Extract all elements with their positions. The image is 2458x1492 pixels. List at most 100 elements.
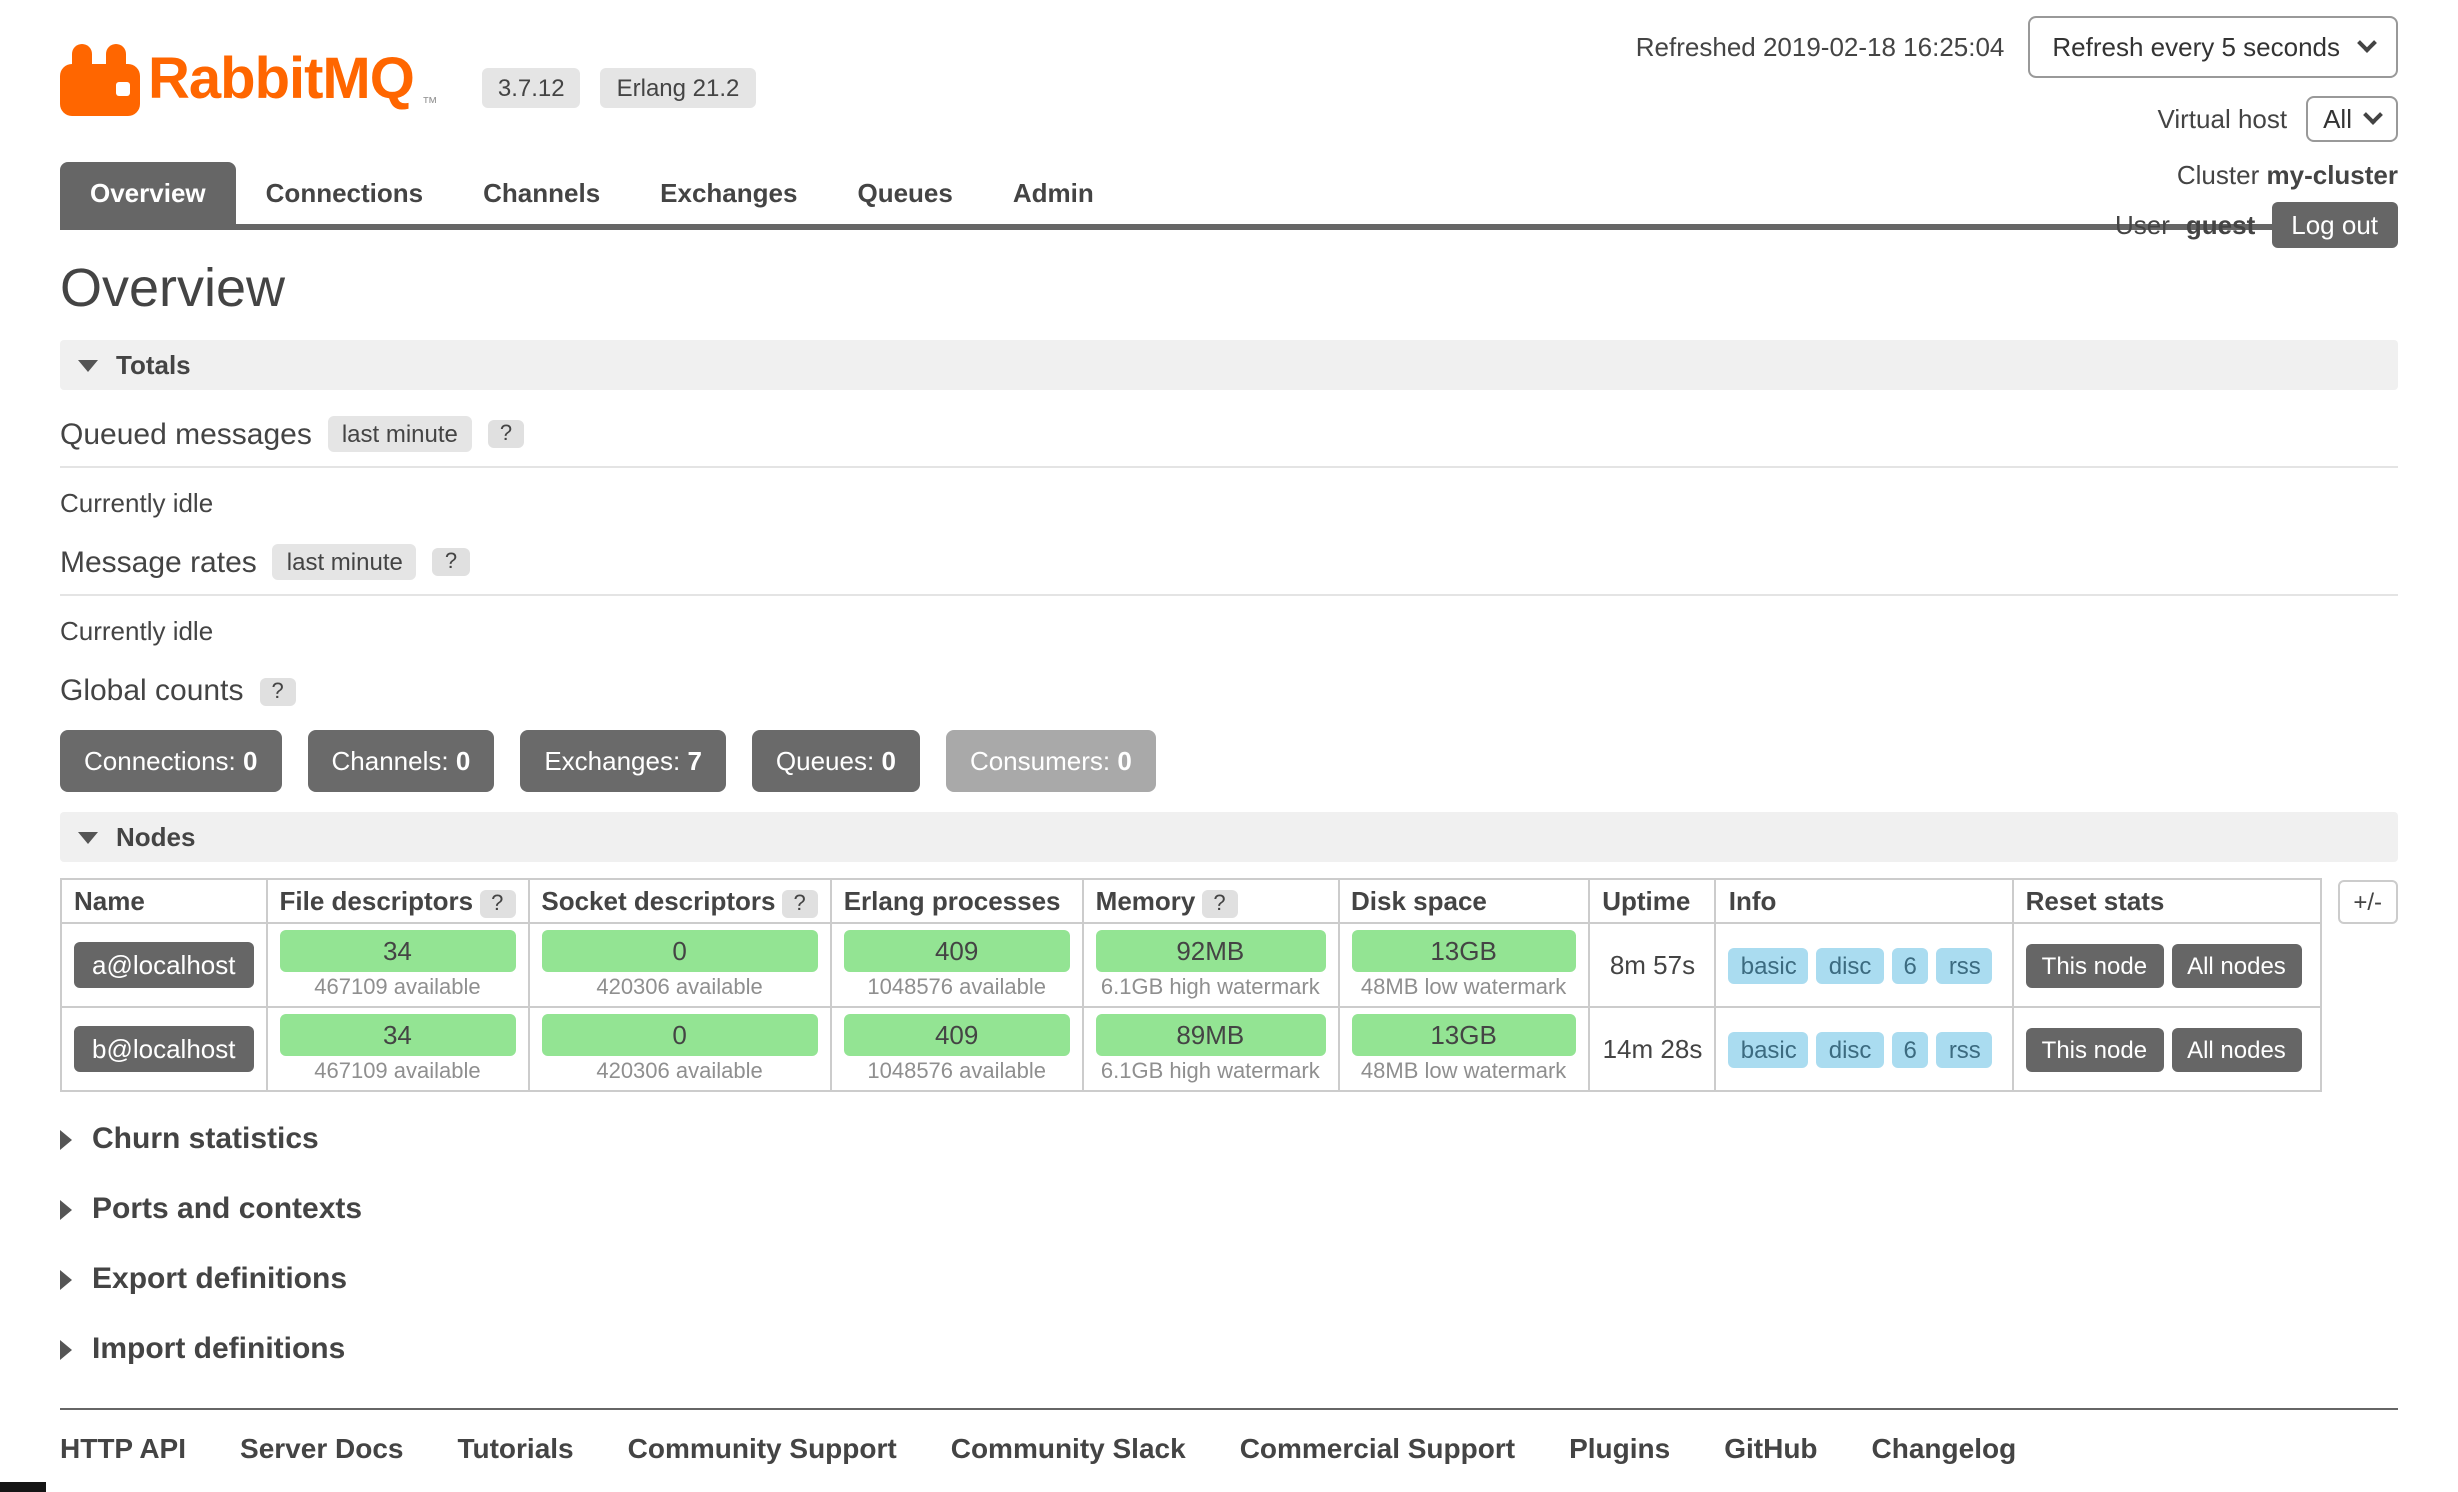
help-icon[interactable]: ?: [479, 890, 515, 918]
queued-messages-heading: Queued messages last minute ?: [60, 416, 2398, 468]
expand-arrow-icon: [60, 1339, 72, 1359]
refresh-row: Refreshed 2019-02-18 16:25:04 Refresh ev…: [1636, 16, 2398, 78]
tab-connections[interactable]: Connections: [236, 162, 453, 224]
user-row: User guest Log out: [1636, 202, 2398, 248]
version-badges: 3.7.12 Erlang 21.2: [482, 67, 756, 108]
node-name-cell: a@localhost: [61, 923, 267, 1007]
help-icon[interactable]: ?: [433, 548, 469, 576]
erlang-version-badge: Erlang 21.2: [601, 67, 756, 108]
info-badge-rss: rss: [1937, 947, 1993, 983]
queued-window-badge[interactable]: last minute: [328, 416, 472, 452]
info-badge-basic: basic: [1729, 1031, 1809, 1067]
fd-cell: 34 467109 available: [267, 1007, 529, 1091]
col-reset-stats: Reset stats: [2013, 879, 2321, 923]
disk-usage-bar: 13GB: [1351, 1014, 1576, 1056]
footer-link-plugins[interactable]: Plugins: [1569, 1432, 1670, 1464]
rabbitmq-logo[interactable]: RabbitMQ ™: [60, 44, 438, 116]
global-counts-label: Global counts: [60, 674, 243, 708]
logout-button[interactable]: Log out: [2271, 202, 2398, 248]
tab-overview[interactable]: Overview: [60, 162, 236, 224]
message-rates-heading: Message rates last minute ?: [60, 544, 2398, 596]
info-badge-disc: disc: [1817, 947, 1884, 983]
tab-admin[interactable]: Admin: [983, 162, 1124, 224]
footer: HTTP API Server Docs Tutorials Community…: [60, 1408, 2398, 1464]
footer-link-server-docs[interactable]: Server Docs: [240, 1432, 403, 1464]
virtual-host-select[interactable]: All: [2305, 96, 2398, 142]
message-rates-label: Message rates: [60, 545, 257, 579]
section-ports-and-contexts[interactable]: Ports and contexts: [60, 1174, 2398, 1244]
footer-link-community-slack[interactable]: Community Slack: [951, 1432, 1186, 1464]
disk-usage-bar: 13GB: [1351, 930, 1576, 972]
trademark-symbol: ™: [422, 94, 438, 112]
info-badge-basic: basic: [1729, 947, 1809, 983]
footer-link-github[interactable]: GitHub: [1724, 1432, 1817, 1464]
user-name: guest: [2186, 210, 2255, 240]
tab-queues[interactable]: Queues: [827, 162, 982, 224]
fd-usage-bar: 34: [280, 1014, 516, 1056]
connections-count-button[interactable]: Connections: 0: [60, 730, 282, 792]
memory-cell: 92MB 6.1GB high watermark: [1083, 923, 1338, 1007]
footer-link-http-api[interactable]: HTTP API: [60, 1432, 186, 1464]
socket-usage-bar: 0: [541, 930, 817, 972]
totals-section-title: Totals: [116, 350, 191, 380]
section-churn-statistics[interactable]: Churn statistics: [60, 1104, 2398, 1174]
version-badge: 3.7.12: [482, 67, 581, 108]
memory-usage-bar: 92MB: [1096, 930, 1325, 972]
footer-link-community-support[interactable]: Community Support: [628, 1432, 897, 1464]
node-name-link[interactable]: b@localhost: [74, 1026, 254, 1072]
help-icon[interactable]: ?: [259, 677, 295, 705]
proc-usage-bar: 409: [844, 930, 1070, 972]
info-badges: basic disc 6 rss: [1729, 947, 2000, 983]
proc-available: 1048576 available: [844, 976, 1070, 1000]
disk-cell: 13GB 48MB low watermark: [1338, 1007, 1589, 1091]
column-selector-button[interactable]: +/-: [2337, 880, 2398, 924]
section-import-definitions[interactable]: Import definitions: [60, 1314, 2398, 1384]
tab-channels[interactable]: Channels: [453, 162, 630, 224]
exchanges-count-button[interactable]: Exchanges: 7: [520, 730, 726, 792]
nodes-table: Name File descriptors? Socket descriptor…: [60, 878, 2321, 1092]
chevron-down-icon: [2363, 105, 2383, 125]
queued-idle-status: Currently idle: [60, 488, 2398, 518]
info-badge-cores: 6: [1891, 1031, 1928, 1067]
queues-count-button[interactable]: Queues: 0: [752, 730, 920, 792]
rates-window-badge[interactable]: last minute: [273, 544, 417, 580]
footer-link-commercial-support[interactable]: Commercial Support: [1240, 1432, 1515, 1464]
reset-stats-cell: This node All nodes: [2013, 1007, 2321, 1091]
memory-usage-bar: 89MB: [1096, 1014, 1325, 1056]
section-export-definitions[interactable]: Export definitions: [60, 1244, 2398, 1314]
node-name-cell: b@localhost: [61, 1007, 267, 1091]
node-name-link[interactable]: a@localhost: [74, 942, 254, 988]
reset-all-nodes-button[interactable]: All nodes: [2171, 943, 2302, 987]
queued-messages-label: Queued messages: [60, 417, 312, 451]
col-info: Info: [1716, 879, 2013, 923]
footer-link-changelog[interactable]: Changelog: [1872, 1432, 2017, 1464]
info-badges: basic disc 6 rss: [1729, 1031, 2000, 1067]
rabbitmq-management-page: RabbitMQ ™ 3.7.12 Erlang 21.2 Refreshed …: [0, 0, 2458, 1492]
uptime-cell: 8m 57s: [1589, 923, 1716, 1007]
proc-available: 1048576 available: [844, 1060, 1070, 1084]
cluster-label: Cluster: [2177, 160, 2259, 190]
refresh-interval-select[interactable]: Refresh every 5 seconds: [2028, 16, 2398, 78]
footer-link-tutorials[interactable]: Tutorials: [457, 1432, 573, 1464]
disk-watermark: 48MB low watermark: [1351, 1060, 1576, 1084]
help-icon[interactable]: ?: [488, 420, 524, 448]
fd-available: 467109 available: [280, 976, 516, 1000]
reset-this-node-button[interactable]: This node: [2026, 943, 2163, 987]
totals-section-header[interactable]: Totals: [60, 340, 2398, 390]
reset-this-node-button[interactable]: This node: [2026, 1027, 2163, 1071]
help-icon[interactable]: ?: [781, 890, 817, 918]
channels-count-button[interactable]: Channels: 0: [308, 730, 495, 792]
help-icon[interactable]: ?: [1201, 890, 1237, 918]
nodes-section-title: Nodes: [116, 822, 195, 852]
info-badge-disc: disc: [1817, 1031, 1884, 1067]
tab-exchanges[interactable]: Exchanges: [630, 162, 827, 224]
disk-watermark: 48MB low watermark: [1351, 976, 1576, 1000]
socket-available: 420306 available: [541, 976, 817, 1000]
memory-cell: 89MB 6.1GB high watermark: [1083, 1007, 1338, 1091]
collapse-arrow-icon: [78, 831, 98, 843]
vhost-row: Virtual host All: [1636, 96, 2398, 142]
socket-usage-bar: 0: [541, 1014, 817, 1056]
reset-all-nodes-button[interactable]: All nodes: [2171, 1027, 2302, 1071]
proc-usage-bar: 409: [844, 1014, 1070, 1056]
nodes-section-header[interactable]: Nodes: [60, 812, 2398, 862]
